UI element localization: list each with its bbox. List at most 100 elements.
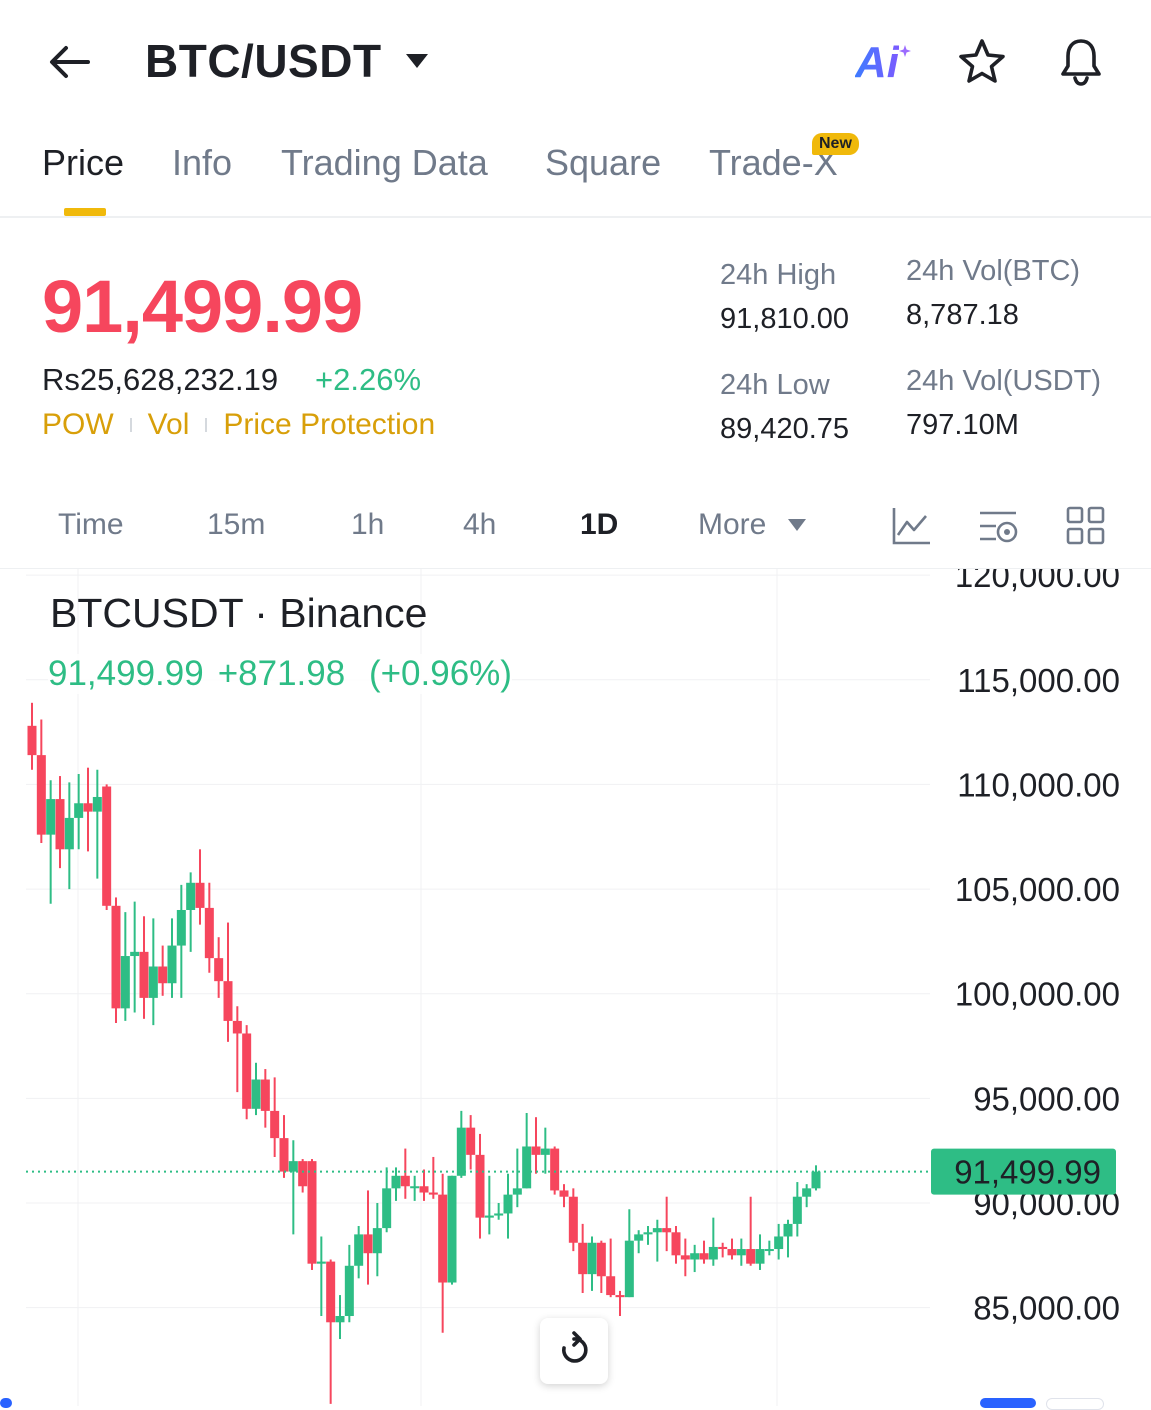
candle-body <box>634 1234 644 1241</box>
tag-pow[interactable]: POW <box>42 408 114 442</box>
back-button[interactable] <box>44 36 96 88</box>
y-tick-label: 120,000.00 <box>955 569 1120 594</box>
candle-body <box>578 1242 588 1275</box>
grid-layout-icon[interactable] <box>1064 504 1108 548</box>
candle-body <box>494 1213 504 1216</box>
candle-body <box>335 1316 345 1323</box>
candle-body <box>522 1146 532 1189</box>
candle-body <box>92 796 102 812</box>
candle-body <box>643 1232 653 1235</box>
candle-body <box>410 1186 420 1189</box>
favorite-star-button[interactable] <box>956 36 1008 88</box>
caret-down-icon[interactable] <box>404 52 430 70</box>
interval-more[interactable]: More <box>698 508 766 542</box>
candle-body <box>242 1033 252 1109</box>
interval-1h[interactable]: 1h <box>351 508 384 542</box>
notification-button[interactable] <box>1054 34 1108 88</box>
fiat-price: Rs25,628,232.19 <box>42 362 279 397</box>
tag-separator <box>205 418 208 432</box>
ai-assistant-button[interactable]: Ai <box>855 38 899 88</box>
candle-body <box>550 1148 560 1191</box>
candle-body <box>736 1249 746 1256</box>
candle-body <box>447 1175 457 1283</box>
active-tab-indicator <box>64 208 106 216</box>
y-tick-label: 110,000.00 <box>957 766 1120 803</box>
chart-toggle[interactable] <box>1046 1398 1104 1410</box>
candle-body <box>102 786 112 906</box>
candle-body <box>214 958 224 982</box>
scroll-indicator <box>0 1398 12 1408</box>
candle-body <box>708 1246 718 1260</box>
candle-body <box>232 1020 242 1034</box>
candle-body <box>783 1223 793 1237</box>
reset-chart-button[interactable] <box>540 1318 608 1384</box>
candle-body <box>792 1196 802 1224</box>
asset-tags: POW Vol Price Protection <box>42 408 435 442</box>
y-tick-label: 100,000.00 <box>955 976 1120 1013</box>
interval-15m[interactable]: 15m <box>207 508 265 542</box>
candle-body <box>223 981 233 1021</box>
candle-body <box>46 799 56 835</box>
tab-trading-data[interactable]: Trading Data <box>281 142 488 184</box>
candlestick-chart[interactable]: 120,000.00 115,000.00 110,000.00 105,000.00… <box>0 569 1151 1406</box>
candle-body <box>74 803 84 818</box>
tab-info[interactable]: Info <box>172 142 232 184</box>
candle-body <box>774 1236 784 1250</box>
interval-4h[interactable]: 4h <box>463 508 496 542</box>
rotate-icon <box>562 1331 588 1363</box>
low-value: 89,420.75 <box>720 413 850 445</box>
candle-body <box>615 1295 625 1298</box>
candle-body <box>382 1188 392 1229</box>
candle-body <box>727 1249 737 1256</box>
candle-body <box>158 966 168 984</box>
candle-body <box>55 799 65 850</box>
candle-body <box>111 905 121 1009</box>
interval-1d[interactable]: 1D <box>580 508 618 542</box>
vol-btc-label: 24h Vol(BTC) <box>906 255 1081 287</box>
indicator-chart-icon[interactable] <box>889 504 933 548</box>
new-badge: New <box>812 133 859 155</box>
sparkle-icon <box>899 44 911 57</box>
vol-btc-value: 8,787.18 <box>906 299 1019 331</box>
candle-body <box>363 1234 373 1254</box>
candle-body <box>372 1228 382 1254</box>
high-label: 24h High <box>720 259 837 291</box>
chart-change-percent: (+0.96%) <box>368 654 512 693</box>
candle-body <box>176 909 186 946</box>
candle-body <box>596 1242 606 1277</box>
candle-body <box>316 1261 326 1264</box>
interval-time[interactable]: Time <box>58 508 124 542</box>
chart-title: BTCUSDT · Binance <box>50 590 428 636</box>
candle-body <box>260 1079 270 1111</box>
pair-selector[interactable]: BTC/USDT <box>145 34 382 88</box>
tag-price-protection[interactable]: Price Protection <box>223 408 435 442</box>
candle-body <box>680 1255 690 1260</box>
candle-body <box>662 1228 672 1233</box>
candle-body <box>400 1175 410 1187</box>
y-tick-label: 105,000.00 <box>955 871 1120 908</box>
caret-down-icon[interactable] <box>787 518 807 532</box>
tab-square[interactable]: Square <box>545 142 661 184</box>
candle-body <box>699 1253 709 1260</box>
y-tick-label: 95,000.00 <box>973 1080 1120 1117</box>
candle-body <box>531 1146 541 1155</box>
tag-separator <box>129 418 132 432</box>
candle-body <box>624 1240 634 1298</box>
tabs-divider <box>0 216 1151 218</box>
candle-body <box>204 907 214 959</box>
candle-body <box>484 1215 494 1218</box>
candle-body <box>279 1138 289 1172</box>
candle-body <box>428 1192 438 1195</box>
candle-body <box>288 1161 298 1172</box>
candle-body <box>195 882 205 908</box>
chart-toggle-active[interactable] <box>980 1398 1036 1408</box>
star-icon <box>959 39 1005 83</box>
candle-body <box>503 1194 513 1214</box>
chart-settings-icon[interactable] <box>976 504 1020 548</box>
tab-price[interactable]: Price <box>42 142 124 184</box>
candle-body <box>130 951 140 957</box>
tag-vol[interactable]: Vol <box>148 408 190 442</box>
candle-body <box>298 1161 308 1187</box>
candle-body <box>690 1253 700 1260</box>
candle-body <box>811 1171 821 1189</box>
